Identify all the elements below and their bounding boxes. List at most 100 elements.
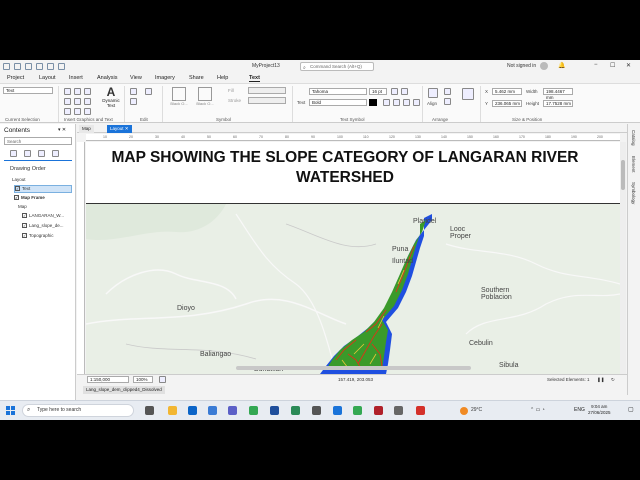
current-selection-dropdown[interactable]: Text: [3, 87, 53, 94]
x-position-input[interactable]: 5.462 mm: [492, 88, 522, 95]
settings-gear-icon[interactable]: [394, 406, 403, 415]
tab-map[interactable]: Map: [79, 125, 94, 133]
paragraph-icon[interactable]: [74, 88, 81, 95]
align-icon[interactable]: [428, 88, 438, 98]
circle-tool-icon[interactable]: [64, 108, 71, 115]
edge-icon[interactable]: [208, 406, 217, 415]
weather-temp[interactable]: 29°C: [471, 407, 482, 413]
list-by-editing-icon[interactable]: [52, 150, 59, 157]
windows-start-icon[interactable]: [6, 406, 15, 415]
redo-icon[interactable]: [58, 63, 65, 70]
task-view-icon[interactable]: [145, 406, 154, 415]
undo-icon[interactable]: [47, 63, 54, 70]
map-frame[interactable]: Plaridel Puna Iluntad Looc Proper Dioyo …: [86, 204, 620, 374]
dynamic-text-button[interactable]: A Dynamic Text: [102, 86, 120, 114]
teams-icon[interactable]: [228, 406, 237, 415]
symbol-gallery-item-2[interactable]: Black O...: [194, 87, 216, 113]
outlook-icon[interactable]: [188, 406, 197, 415]
system-tray-icons[interactable]: ⌃ ▭ ◔: [530, 407, 545, 413]
align-center-icon[interactable]: [393, 99, 400, 106]
text-tool-icon[interactable]: [64, 88, 71, 95]
language-indicator[interactable]: ENG: [574, 407, 585, 413]
tree-item-layout[interactable]: Layout: [12, 177, 26, 182]
photos-icon[interactable]: [291, 406, 300, 415]
checkbox[interactable]: ✓: [22, 223, 27, 229]
font-size-dropdown[interactable]: 16 pt: [369, 88, 387, 95]
edit-vertices-icon[interactable]: [130, 98, 137, 105]
tab-layout-doc[interactable]: Layout ✕: [107, 125, 132, 133]
new-project-icon[interactable]: [14, 63, 21, 70]
tree-item-map-frame[interactable]: ✓ Map Frame: [14, 195, 45, 201]
close-icon[interactable]: ✕: [125, 126, 129, 131]
tree-item-lang-slope[interactable]: ✓ Lang_slope_de...: [22, 223, 64, 229]
checkbox[interactable]: ✓: [22, 233, 27, 239]
app-icon[interactable]: [333, 406, 342, 415]
open-icon[interactable]: [25, 63, 32, 70]
point-tool-icon[interactable]: [74, 108, 81, 115]
checkbox[interactable]: ✓: [22, 213, 27, 219]
symbol-gallery-item-1[interactable]: Black O...: [168, 87, 190, 113]
side-tab-symbology[interactable]: Symbology: [631, 182, 636, 204]
tree-item-text[interactable]: ✓ Text: [14, 185, 72, 193]
group-elements-icon[interactable]: [444, 98, 451, 105]
file-explorer-icon[interactable]: [168, 406, 177, 415]
font-color-picker[interactable]: [369, 99, 377, 106]
avatar[interactable]: [540, 62, 548, 70]
contents-search-input[interactable]: Search: [4, 137, 72, 145]
list-by-selection-icon[interactable]: [38, 150, 45, 157]
map-title-text[interactable]: MAP SHOWING THE SLOPE CATEGORY OF LANGAR…: [86, 148, 604, 188]
maximize-button[interactable]: ☐: [610, 62, 615, 69]
tab-share[interactable]: Share: [189, 75, 204, 81]
tree-item-topographic[interactable]: ✓ Topographic: [22, 233, 54, 239]
justify-icon[interactable]: [413, 99, 420, 106]
weather-icon[interactable]: [460, 407, 468, 415]
tree-item-map[interactable]: Map: [18, 204, 27, 209]
rectangle-tool-icon[interactable]: [64, 98, 71, 105]
arcgis-pro-icon[interactable]: [416, 406, 425, 415]
horizontal-scroll-thumb[interactable]: [236, 366, 471, 370]
sign-in-status[interactable]: Not signed in: [507, 63, 536, 69]
marker-tool-icon[interactable]: [84, 108, 91, 115]
tab-layout[interactable]: Layout: [39, 75, 56, 81]
tab-project[interactable]: Project: [7, 75, 24, 81]
app-icon[interactable]: [312, 406, 321, 415]
scale-dropdown[interactable]: 1:150,000: [87, 376, 129, 383]
align-right-icon[interactable]: [403, 99, 410, 106]
chrome-icon[interactable]: [249, 406, 258, 415]
select-icon[interactable]: [130, 88, 137, 95]
font-style-dropdown[interactable]: Bold: [309, 99, 367, 106]
taskbar-search-input[interactable]: ⌕ Type here to search: [22, 404, 134, 417]
side-tab-element[interactable]: Element: [631, 156, 636, 173]
pane-options-icon[interactable]: ▾ ✕: [58, 127, 66, 133]
stroke-color-picker[interactable]: [248, 97, 286, 104]
clear-icon[interactable]: [145, 88, 152, 95]
align-left-icon[interactable]: [383, 99, 390, 106]
zoom-dropdown[interactable]: 100%: [133, 376, 153, 383]
app-icon[interactable]: [374, 406, 383, 415]
y-position-input[interactable]: 236.065 mm: [492, 100, 522, 107]
chrome-profile-icon[interactable]: [353, 406, 362, 415]
width-input[interactable]: 198.4467 mm: [543, 88, 573, 100]
callout-icon[interactable]: [84, 88, 91, 95]
rotate-icon[interactable]: [462, 88, 474, 100]
shrink-font-icon[interactable]: [401, 88, 408, 95]
close-button[interactable]: ✕: [626, 62, 631, 69]
tab-text[interactable]: Text: [249, 75, 260, 82]
command-search-input[interactable]: ⌕ Command Search (Alt+Q): [300, 62, 374, 71]
tab-analysis[interactable]: Analysis: [97, 75, 117, 81]
line-tool-icon[interactable]: [84, 98, 91, 105]
layout-view-icon[interactable]: [159, 376, 166, 383]
distribute-icon[interactable]: [444, 88, 451, 95]
tab-imagery[interactable]: Imagery: [155, 75, 175, 81]
word-icon[interactable]: [270, 406, 279, 415]
layout-page[interactable]: MAP SHOWING THE SLOPE CATEGORY OF LANGAR…: [86, 142, 620, 374]
minimize-button[interactable]: −: [594, 62, 598, 68]
vertical-scroll-thumb[interactable]: [621, 160, 625, 190]
side-tab-catalog[interactable]: Catalog: [631, 130, 636, 146]
tab-insert[interactable]: Insert: [69, 75, 83, 81]
bell-icon[interactable]: 🔔: [558, 62, 565, 69]
list-by-source-icon[interactable]: [24, 150, 31, 157]
tab-help[interactable]: Help: [217, 75, 228, 81]
grow-font-icon[interactable]: [391, 88, 398, 95]
checkbox[interactable]: ✓: [15, 186, 20, 192]
